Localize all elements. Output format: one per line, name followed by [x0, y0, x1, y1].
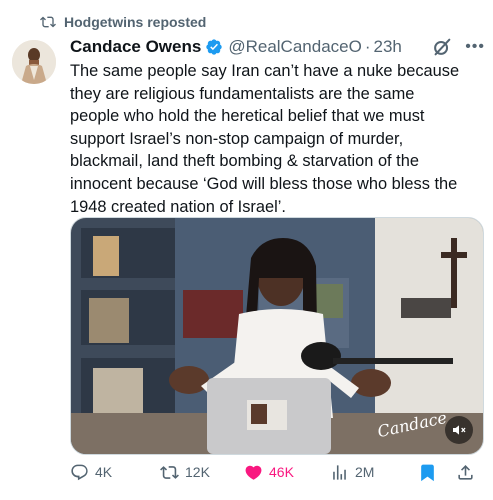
reply-icon [71, 464, 88, 480]
views-icon [333, 464, 346, 480]
views-count: 2M [355, 464, 375, 480]
tweet-header: Candace Owens @RealCandaceO · 23h [70, 37, 481, 57]
tweet-time[interactable]: 23h [374, 37, 402, 57]
action-bar: 4K 12K 46K 2M [70, 461, 482, 483]
avatar-image [12, 40, 56, 84]
verified-badge-icon [206, 39, 223, 55]
mute-icon [453, 425, 466, 435]
author-handle[interactable]: @RealCandaceO [228, 37, 362, 57]
mute-button[interactable] [445, 416, 473, 444]
repost-icon [160, 465, 179, 479]
share-button[interactable] [456, 461, 475, 483]
separator: · [364, 37, 371, 56]
views-button[interactable]: 2M [330, 461, 374, 483]
like-icon [245, 465, 262, 480]
tweet-text: The same people say Iran can’t have a nu… [70, 62, 460, 216]
avatar[interactable] [12, 40, 56, 84]
repost-button[interactable]: 12K [160, 461, 210, 483]
repost-count: 12K [185, 464, 210, 480]
reply-button[interactable]: 4K [70, 461, 112, 483]
grok-icon[interactable] [431, 36, 453, 58]
more-icon[interactable]: ••• [465, 38, 485, 56]
bookmark-icon [421, 464, 434, 481]
author-name[interactable]: Candace Owens [70, 37, 201, 57]
like-count: 46K [269, 464, 294, 480]
reply-count: 4K [95, 464, 113, 480]
repost-text: Hodgetwins reposted [64, 14, 207, 30]
bookmark-button[interactable] [418, 461, 437, 483]
like-button[interactable]: 46K [244, 461, 294, 483]
share-icon [458, 464, 473, 480]
repost-icon [40, 16, 56, 28]
video-media[interactable]: Candace [70, 217, 484, 455]
repost-indicator[interactable]: Hodgetwins reposted [40, 14, 206, 30]
